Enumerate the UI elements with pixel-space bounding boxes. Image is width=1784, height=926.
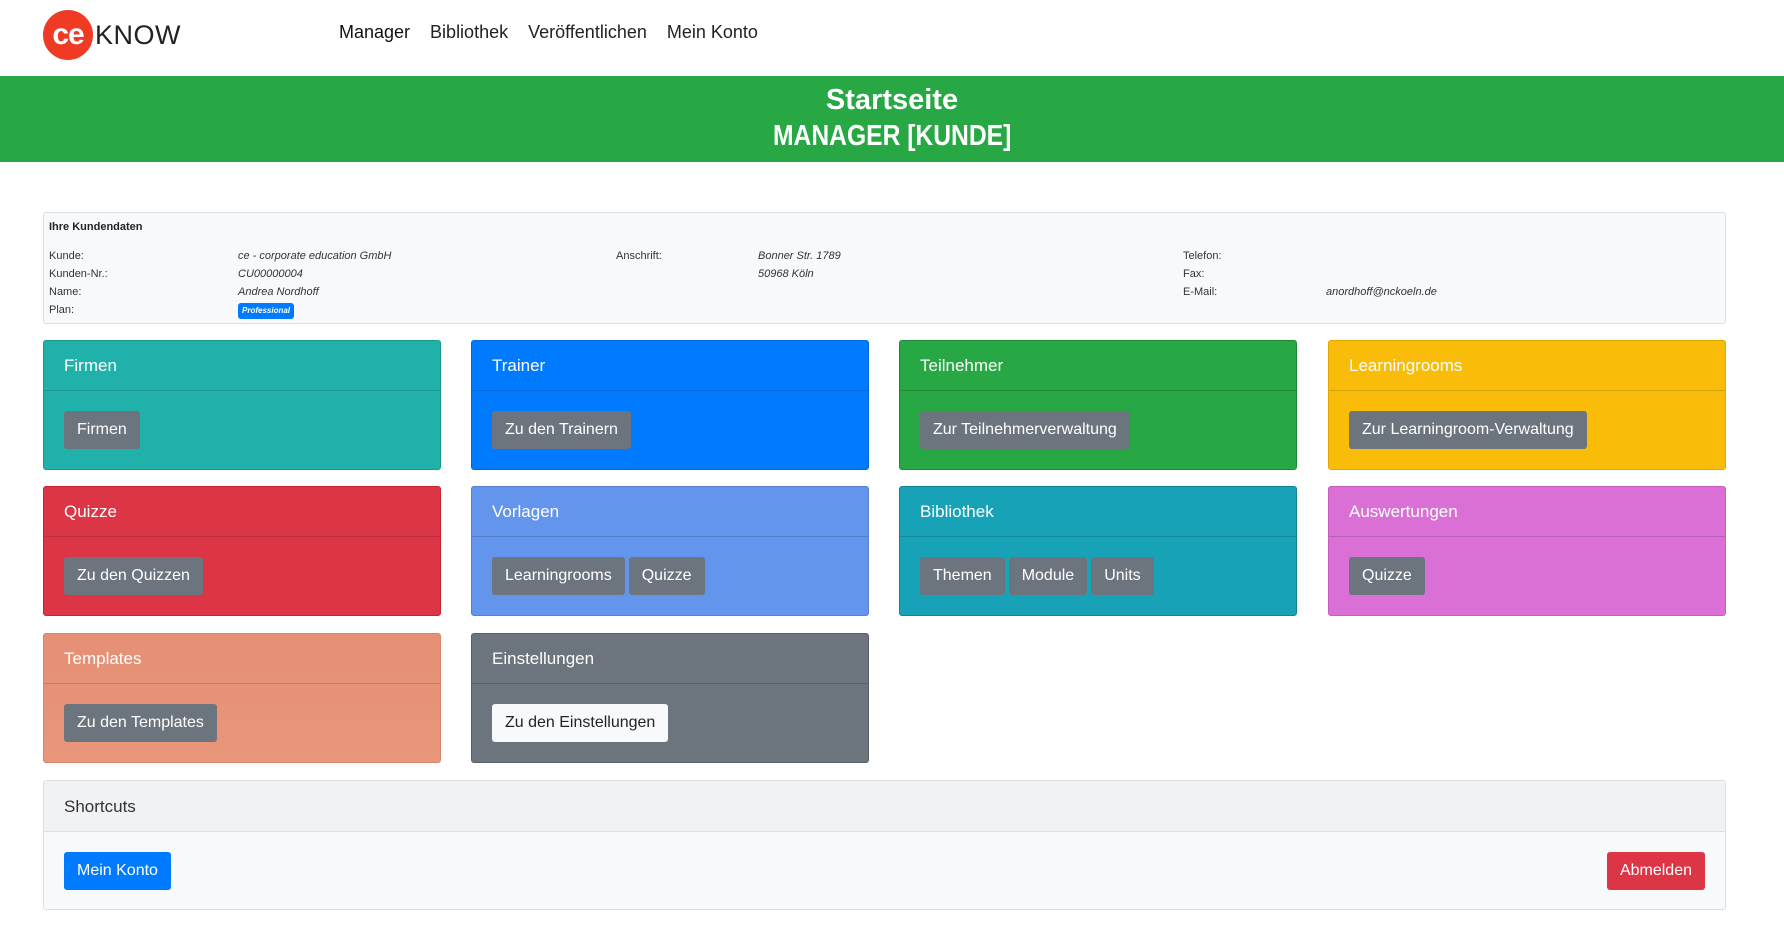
card-firmen: Firmen Firmen <box>43 340 441 470</box>
nav-veroeffentlichen[interactable]: Veröffentlichen <box>528 22 647 43</box>
vorlagen-quizze-button[interactable]: Quizze <box>628 557 705 595</box>
learningrooms-button[interactable]: Zur Learningroom-Verwaltung <box>1349 411 1587 449</box>
teilnehmer-button[interactable]: Zur Teilnehmerverwaltung <box>920 411 1130 449</box>
card-trainer: Trainer Zu den Trainern <box>471 340 869 470</box>
card-quizze: Quizze Zu den Quizzen <box>43 486 441 616</box>
card-bibliothek: Bibliothek Themen Module Units <box>899 486 1297 616</box>
name-label: Name: <box>49 286 82 298</box>
card-einstellungen-title: Einstellungen <box>472 634 868 684</box>
plan-badge: Professional <box>238 303 295 319</box>
anschrift-city: 50968 Köln <box>758 268 814 280</box>
bibliothek-module-button[interactable]: Module <box>1008 557 1088 595</box>
einstellungen-button[interactable]: Zu den Einstellungen <box>492 704 669 742</box>
card-quizze-title: Quizze <box>44 487 440 537</box>
kunde-label: Kunde: <box>49 250 84 262</box>
plan-label: Plan: <box>49 304 75 316</box>
card-auswertungen-title: Auswertungen <box>1329 487 1725 537</box>
card-vorlagen-title: Vorlagen <box>472 487 868 537</box>
card-auswertungen: Auswertungen Quizze <box>1328 486 1726 616</box>
card-templates-title: Templates <box>44 634 440 684</box>
shortcuts-title: Shortcuts <box>44 781 1725 832</box>
card-teilnehmer-title: Teilnehmer <box>900 341 1296 391</box>
auswertungen-quizze-button[interactable]: Quizze <box>1349 557 1425 595</box>
logo-mark: ce <box>43 10 93 60</box>
customer-data-panel: Ihre Kundendaten Kunde: ce - corporate e… <box>43 212 1726 324</box>
card-firmen-title: Firmen <box>44 341 440 391</box>
card-teilnehmer: Teilnehmer Zur Teilnehmerverwaltung <box>899 340 1297 470</box>
nav-mein-konto[interactable]: Mein Konto <box>667 22 758 43</box>
page-title: Startseite <box>825 84 959 116</box>
card-templates: Templates Zu den Templates <box>43 633 441 763</box>
page-subtitle: MANAGER [KUNDE] <box>772 120 1012 152</box>
mein-konto-button[interactable]: Mein Konto <box>64 852 171 890</box>
anschrift-label: Anschrift: <box>616 250 662 262</box>
vorlagen-learningrooms-button[interactable]: Learningrooms <box>492 557 625 595</box>
main-nav: Manager Bibliothek Veröffentlichen Mein … <box>339 22 758 43</box>
trainer-button[interactable]: Zu den Trainern <box>492 411 631 449</box>
logo-text: KNOW <box>95 19 181 50</box>
nav-manager[interactable]: Manager <box>339 22 410 43</box>
fax-label: Fax: <box>1183 268 1205 280</box>
card-bibliothek-title: Bibliothek <box>900 487 1296 537</box>
bibliothek-themen-button[interactable]: Themen <box>920 557 1005 595</box>
nav-bibliothek[interactable]: Bibliothek <box>430 22 508 43</box>
customer-data-title: Ihre Kundendaten <box>49 221 143 233</box>
card-vorlagen: Vorlagen Learningrooms Quizze <box>471 486 869 616</box>
anschrift-street: Bonner Str. 1789 <box>758 250 841 262</box>
card-learningrooms-title: Learningrooms <box>1329 341 1725 391</box>
quizze-button[interactable]: Zu den Quizzen <box>64 557 203 595</box>
firmen-button[interactable]: Firmen <box>64 411 140 449</box>
card-einstellungen: Einstellungen Zu den Einstellungen <box>471 633 869 763</box>
telefon-label: Telefon: <box>1183 250 1222 262</box>
kunde-value: ce - corporate education GmbH <box>238 250 392 262</box>
kunden-nr-value: CU00000004 <box>238 268 303 280</box>
page-banner: Startseite MANAGER [KUNDE] <box>0 76 1784 162</box>
name-value: Andrea Nordhoff <box>238 286 319 298</box>
abmelden-button[interactable]: Abmelden <box>1606 852 1705 890</box>
top-navbar: ce KNOW Manager Bibliothek Veröffentlich… <box>0 0 1784 76</box>
bibliothek-units-button[interactable]: Units <box>1091 557 1154 595</box>
email-value: anordhoff@nckoeln.de <box>1326 286 1437 298</box>
card-trainer-title: Trainer <box>472 341 868 391</box>
shortcuts-panel: Shortcuts Mein Konto Abmelden <box>43 780 1726 910</box>
card-learningrooms: Learningrooms Zur Learningroom-Verwaltun… <box>1328 340 1726 470</box>
email-label: E-Mail: <box>1183 286 1218 298</box>
logo[interactable]: ce KNOW <box>43 10 181 60</box>
templates-button[interactable]: Zu den Templates <box>64 704 217 742</box>
kunden-nr-label: Kunden-Nr.: <box>49 268 108 280</box>
